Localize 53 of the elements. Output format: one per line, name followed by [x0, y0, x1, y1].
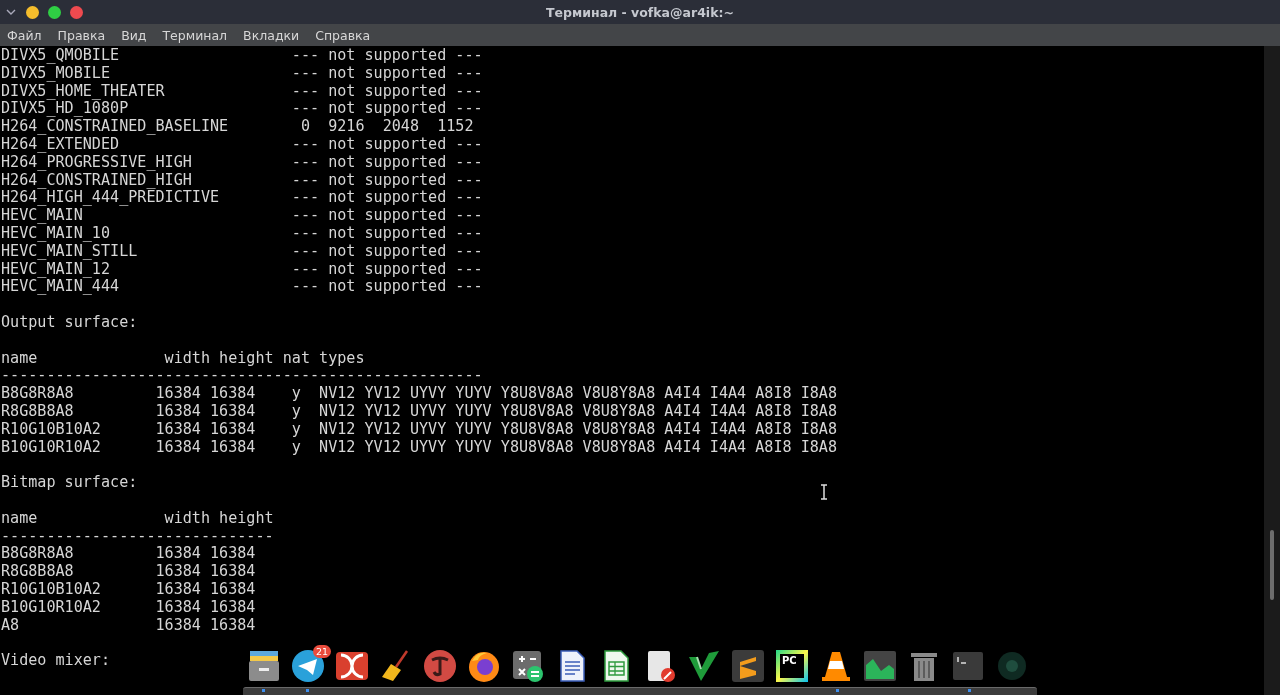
- text-cursor-icon: [820, 484, 828, 500]
- menu-item[interactable]: Вкладки: [243, 27, 300, 43]
- terminal-line: R8G8B8A8 16384 16384: [1, 563, 256, 581]
- minimize-button[interactable]: [26, 5, 39, 19]
- browser-globe-icon[interactable]: [467, 649, 501, 683]
- menu-item[interactable]: Вид: [121, 27, 147, 43]
- terminal-line: A8 16384 16384: [1, 616, 256, 635]
- terminal-line: HEVC_MAIN_12 --- not supported ---: [1, 260, 483, 279]
- terminal-line: HEVC_MAIN_10 --- not supported ---: [1, 224, 483, 243]
- terminal-line: -----------------------------------------------------: [1, 367, 483, 386]
- terminal-line: Bitmap surface:: [1, 474, 138, 492]
- scrollbar[interactable]: [1264, 46, 1280, 695]
- terminal-line: H264_CONSTRAINED_HIGH --- not supported ---: [1, 171, 483, 190]
- terminal-line: R8G8B8A8 16384 16384 y NV12 YV12 UYVY YUYV Y8U8V8A8 V8U8Y8A8 A4I4 I4A4 A8I8 I8A8: [1, 402, 838, 421]
- file-drawer-icon[interactable]: [247, 649, 281, 683]
- terminal-line: H264_CONSTRAINED_BASELINE 0 9216 2048 1152: [1, 118, 474, 136]
- scrollbar-thumb[interactable]: [1270, 530, 1274, 600]
- terminal-line: Output surface:: [1, 313, 138, 332]
- notification-badge: 21: [312, 645, 331, 658]
- terminal-line: Video mixer:: [1, 652, 111, 670]
- menu-item[interactable]: Файл: [7, 27, 42, 43]
- menu-item[interactable]: Справка: [315, 27, 371, 43]
- terminal-line: DIVX5_MOBILE --- not supported ---: [1, 64, 483, 83]
- terminal-line: DIVX5_HOME_THEATER --- not supported ---: [1, 82, 483, 101]
- calculator-icon[interactable]: [511, 649, 545, 683]
- terminal-line: H264_PROGRESSIVE_HIGH --- not supported ---: [1, 153, 483, 172]
- terminal-line: R10G10B10A2 16384 16384 y NV12 YV12 UYVY YUYV Y8U8V8A8 V8U8Y8A8 A4I4 I4A4 A8I8 I8A8: [1, 420, 838, 439]
- window-title: Терминал - vofka@ar4ik:~: [546, 4, 734, 20]
- terminal-line: B8G8R8A8 16384 16384: [1, 545, 256, 564]
- terminal-line: HEVC_MAIN_STILL --- not supported ---: [1, 242, 483, 261]
- close-button[interactable]: [70, 5, 83, 19]
- terminal-line: B8G8R8A8 16384 16384 y NV12 YV12 UYVY YUYV Y8U8V8A8 V8U8Y8A8 A4I4 I4A4 A8I8 I8A8: [1, 385, 838, 403]
- terminal-line: B10G10R10A2 16384 16384 y NV12 YV12 UYVY YUYV Y8U8V8A8 V8U8Y8A8 A4I4 I4A4 A8I8 I8A8: [1, 438, 838, 457]
- terminal-line: name width height nat types: [1, 349, 365, 368]
- menu-item[interactable]: Терминал: [162, 27, 228, 43]
- terminal-line: B10G10R10A2 16384 16384: [1, 598, 256, 617]
- terminal-line: HEVC_MAIN_444 --- not supported ---: [1, 278, 483, 297]
- terminal-line: H264_EXTENDED --- not supported ---: [1, 136, 483, 154]
- chevron-down-icon[interactable]: [6, 9, 16, 15]
- paper-plane-icon[interactable]: [291, 649, 325, 683]
- terminal-line: H264_HIGH_444_PREDICTIVE --- not supported ---: [1, 189, 483, 208]
- menu-item[interactable]: Правка: [57, 27, 106, 43]
- terminal-line: DIVX5_QMOBILE --- not supported ---: [1, 47, 483, 65]
- terminal-line: ------------------------------: [1, 527, 274, 546]
- terminal-line: DIVX5_HD_1080P --- not supported ---: [1, 100, 483, 119]
- ide-logo-icon[interactable]: PC: [776, 650, 808, 682]
- check-v-icon[interactable]: [687, 649, 721, 683]
- terminal-line: R10G10B10A2 16384 16384: [1, 580, 256, 599]
- terminal-line: HEVC_MAIN --- not supported ---: [1, 207, 483, 225]
- traffic-cone-icon[interactable]: [819, 649, 853, 683]
- maximize-button[interactable]: [48, 5, 61, 19]
- area-chart-icon[interactable]: [863, 649, 897, 683]
- terminal-line: name width height: [1, 509, 274, 528]
